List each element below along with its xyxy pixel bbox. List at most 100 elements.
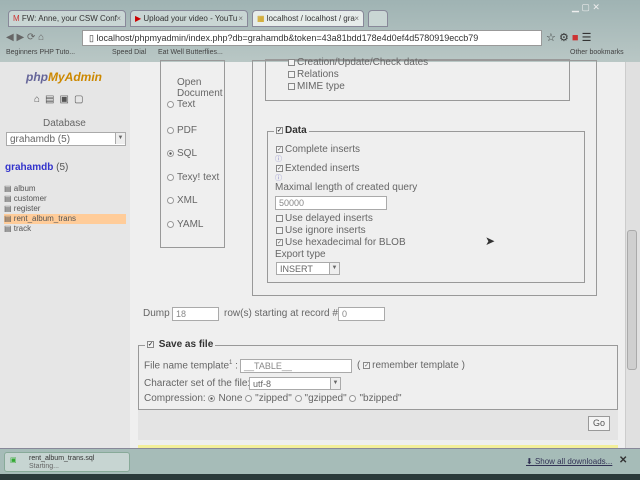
format-odt[interactable]: Open Document Text <box>167 77 227 110</box>
dump-rows-input[interactable]: 18 <box>172 307 219 321</box>
tab-gmail[interactable]: M FW: Anne, your CSW Conf × <box>8 10 126 27</box>
docs-icon: ▢ <box>73 94 89 105</box>
tab-phpmyadmin[interactable]: ▦ localhost / localhost / gra × <box>252 10 364 27</box>
structure-options: Creation/Update/Check dates Relations MI… <box>265 57 570 101</box>
chevron-down-icon: ▼ <box>329 263 339 274</box>
tab-label: localhost / localhost / gra <box>266 14 355 23</box>
gear-icon: ⚙ <box>558 32 569 44</box>
remember-template[interactable]: ( ✓ remember template ) <box>357 360 465 371</box>
data-fieldset: ✓ Data ✓ Complete inserts ⓘ ✓ Extended inse… <box>267 125 585 283</box>
data-toggle[interactable]: ✓ Data <box>274 125 309 136</box>
new-tab-button[interactable] <box>368 10 388 27</box>
download-item[interactable]: ▣ rent_album_trans.sql Starting... <box>4 452 130 472</box>
dump-start-label: row(s) starting at record # <box>224 308 338 319</box>
help-icon: ▣ <box>59 94 74 105</box>
main-content: Open Document Text PDF SQL Texy! text XM… <box>130 57 625 448</box>
options-panel: Creation/Update/Check dates Relations MI… <box>252 57 597 296</box>
export-type-label: Export type <box>275 249 326 260</box>
tab-youtube[interactable]: ▶ Upload your video - YouTu × <box>130 10 248 27</box>
close-icon[interactable]: × <box>238 14 243 23</box>
extended-inserts[interactable]: ✓ Extended inserts <box>276 163 360 174</box>
select-value: grahamdb (5) <box>10 134 71 145</box>
table-item[interactable]: ▤ track <box>4 224 126 234</box>
compression-none[interactable]: None <box>208 393 242 404</box>
close-icon[interactable]: × <box>354 14 359 23</box>
button-bar: Go <box>138 409 618 440</box>
charset-label: Character set of the file: <box>144 378 251 389</box>
table-icon: ▤ <box>4 204 14 213</box>
format-yaml[interactable]: YAML <box>167 219 204 230</box>
window-controls[interactable]: ▁ ▢ ✕ <box>572 2 600 13</box>
tab-label: FW: Anne, your CSW Conf <box>21 14 117 23</box>
chevron-down-icon: ▼ <box>330 378 340 389</box>
browser-chrome: M FW: Anne, your CSW Conf × ▶ Upload your… <box>0 0 640 62</box>
charset-select[interactable]: utf-8 ▼ <box>249 377 341 390</box>
compression-bzipped[interactable]: "bzipped" <box>349 393 402 404</box>
download-icon: ⬇ <box>526 457 535 466</box>
ignore-inserts[interactable]: Use ignore inserts <box>276 225 366 236</box>
table-item[interactable]: ▤ register <box>4 204 126 214</box>
bookmark-1[interactable]: Beginners PHP Tuto... <box>6 49 75 56</box>
table-icon: ▤ <box>4 194 14 203</box>
format-texy[interactable]: Texy! text <box>167 172 219 183</box>
table-icon: ▤ <box>4 184 14 193</box>
dump-start-input[interactable]: 0 <box>338 307 385 321</box>
sidebar: phpMyAdmin ⌂▤▣▢ Database grahamdb (5) ▼ g… <box>0 62 130 448</box>
table-item[interactable]: ▤ album <box>4 184 126 194</box>
complete-inserts[interactable]: ✓ Complete inserts <box>276 144 360 155</box>
star-icon: ☆ <box>546 32 556 44</box>
hex-blob[interactable]: ✓ Use hexadecimal for BLOB <box>276 237 406 248</box>
compression-gzipped[interactable]: "gzipped" <box>294 393 347 404</box>
dump-label: Dump <box>143 308 170 319</box>
home-icon: ⌂ <box>34 94 46 105</box>
url-text: localhost/phpmyadmin/index.php?db=graham… <box>96 33 479 43</box>
bookmark-3[interactable]: Eat Well Butterflies... <box>158 49 223 56</box>
format-pdf[interactable]: PDF <box>167 125 197 136</box>
max-length-label: Maximal length of created query <box>275 182 418 193</box>
save-fieldset: ✓ Save as file File name template1 : __T… <box>138 339 618 440</box>
bookmark-2[interactable]: Speed Dial <box>112 49 146 56</box>
format-xml[interactable]: XML <box>167 195 198 206</box>
format-list: Open Document Text PDF SQL Texy! text XM… <box>160 60 225 248</box>
compression-row: Compression: None "zipped" "gzipped" "bz… <box>144 393 402 404</box>
table-item[interactable]: ▤ customer <box>4 194 126 204</box>
close-icon[interactable]: ✕ <box>619 455 627 466</box>
db-link[interactable]: grahamdb <box>5 162 53 173</box>
phpmyadmin-logo[interactable]: phpMyAdmin <box>26 70 102 84</box>
go-button[interactable]: Go <box>588 416 610 431</box>
show-all-downloads[interactable]: ⬇ Show all downloads... <box>526 457 612 466</box>
filename-input[interactable]: __TABLE__ <box>240 359 352 373</box>
compression-zipped[interactable]: "zipped" <box>245 393 292 404</box>
table-icon: ▤ <box>4 224 14 233</box>
option-relations[interactable]: Relations <box>288 69 339 80</box>
close-icon[interactable]: × <box>116 14 121 23</box>
tab-label: Upload your video - YouTu <box>143 14 238 23</box>
option-mime[interactable]: MIME type <box>288 81 345 92</box>
other-bookmarks[interactable]: Other bookmarks <box>570 49 624 56</box>
extension-icon: ■ <box>571 32 579 44</box>
menu-icon: ☰ <box>581 32 592 44</box>
mouse-cursor-icon: ➤ <box>485 234 496 248</box>
file-icon: ▣ <box>10 457 17 464</box>
save-as-file-toggle[interactable]: ✓ Save as file <box>145 339 216 350</box>
sidebar-icons[interactable]: ⌂▤▣▢ <box>34 94 88 105</box>
sql-icon: ▤ <box>45 94 60 105</box>
delayed-inserts[interactable]: Use delayed inserts <box>276 213 373 224</box>
export-type-select[interactable]: INSERT ▼ <box>276 262 340 275</box>
toolbar-icons[interactable]: ☆ ⚙ ■ ☰ <box>546 31 591 44</box>
table-item-active[interactable]: ▤ rent_album_trans <box>4 214 126 224</box>
scrollbar-thumb[interactable] <box>627 230 637 370</box>
format-sql[interactable]: SQL <box>167 148 197 159</box>
table-icon: ▤ <box>4 214 14 223</box>
download-bar: ▣ rent_album_trans.sql Starting... ⬇ Sho… <box>0 448 640 474</box>
address-bar[interactable]: ▯ localhost/phpmyadmin/index.php?db=grah… <box>82 30 542 46</box>
db-count: (5) <box>56 162 69 173</box>
download-filename: rent_album_trans.sql <box>29 455 95 462</box>
option-dates[interactable]: Creation/Update/Check dates <box>288 57 428 68</box>
table-list: ▤ album ▤ customer ▤ register ▤ rent_alb… <box>4 184 126 234</box>
database-label: Database <box>43 118 86 129</box>
nav-buttons[interactable]: ◀ ▶ ⟳ ⌂ <box>6 32 44 43</box>
max-length-input[interactable]: 50000 <box>275 196 387 210</box>
database-select[interactable]: grahamdb (5) ▼ <box>6 132 126 146</box>
filename-label: File name template1 : <box>144 360 238 372</box>
